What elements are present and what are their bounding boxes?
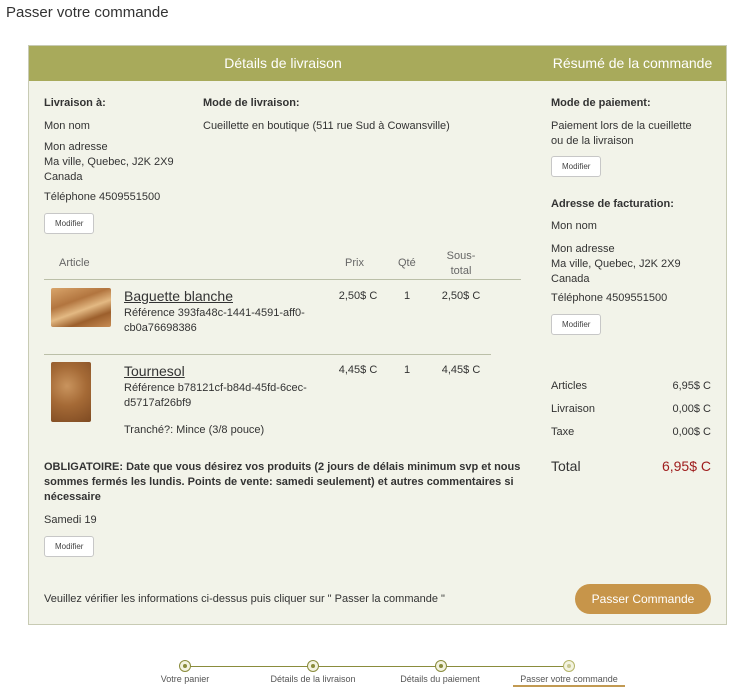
col-qty: Qté xyxy=(398,257,416,269)
product-link-tournesol[interactable]: Tournesol xyxy=(124,363,185,379)
delivery-address-line1: Mon adresse xyxy=(44,141,108,153)
notes-line3: nécessaire xyxy=(44,491,101,503)
payment-modify-button[interactable]: Modifier xyxy=(551,156,602,177)
step-payment[interactable]: Détails du paiement xyxy=(394,674,486,684)
product-qty: 1 xyxy=(403,364,411,376)
billing-country: Canada xyxy=(551,273,590,285)
checkout-progress: Votre panier Détails de la livraison Dét… xyxy=(150,658,630,692)
payment-mode-line2: ou de la livraison xyxy=(551,135,634,147)
product-ref-line1: Référence b78121cf-b84d-45fd-6cec- xyxy=(124,382,307,394)
billing-address-line1: Mon adresse xyxy=(551,243,615,255)
step-dot-delivery xyxy=(307,660,319,672)
delivery-country: Canada xyxy=(44,171,83,183)
confirm-instruction: Veuillez vérifier les informations ci-de… xyxy=(44,593,445,605)
product-price: 2,50$ C xyxy=(338,290,378,302)
product-image-tournesol[interactable] xyxy=(51,362,91,422)
col-article: Article xyxy=(59,257,90,269)
product-price: 4,45$ C xyxy=(338,364,378,376)
order-panel: Détails de livraison Résumé de la comman… xyxy=(28,45,727,625)
product-qty: 1 xyxy=(403,290,411,302)
delivery-name: Mon nom xyxy=(44,120,90,132)
product-ref-line1: Référence 393fa48c-1441-4591-aff0- xyxy=(124,307,305,319)
delivery-details-title: Détails de livraison xyxy=(224,55,342,71)
order-summary-title: Résumé de la commande xyxy=(552,55,713,71)
billing-address-line2: Ma ville, Quebec, J2K 2X9 xyxy=(551,258,681,270)
payment-mode-label: Mode de paiement: xyxy=(551,97,651,109)
page-title: Passer votre commande xyxy=(6,4,169,21)
delivery-phone: Téléphone 4509551500 xyxy=(44,191,161,203)
product-subtotal: 4,45$ C xyxy=(441,364,481,376)
progress-line xyxy=(185,666,569,667)
billing-modify-button[interactable]: Modifier xyxy=(551,314,602,335)
delivery-mode-value: Cueillette en boutique (511 rue Sud à Co… xyxy=(203,120,450,132)
notes-line2: sommes fermés les lundis. Points de vent… xyxy=(44,476,514,488)
place-order-button[interactable]: Passer Commande xyxy=(575,584,711,614)
billing-name: Mon nom xyxy=(551,220,597,232)
col-price: Prix xyxy=(345,257,364,269)
billing-phone: Téléphone 4509551500 xyxy=(551,292,668,304)
product-image-baguette[interactable] xyxy=(51,288,111,327)
col-subtotal-line1: Sous- xyxy=(446,250,476,262)
table-header-divider xyxy=(44,279,521,280)
step-dot-place-order xyxy=(563,660,575,672)
col-subtotal-line2: total xyxy=(450,265,472,277)
summary-tax-value: 0,00$ C xyxy=(672,426,711,438)
notes-value: Samedi 19 xyxy=(44,514,97,526)
summary-delivery-value: 0,00$ C xyxy=(672,403,711,415)
summary-total-label: Total xyxy=(551,458,581,474)
delivery-address-line2: Ma ville, Quebec, J2K 2X9 xyxy=(44,156,174,168)
delivery-to-label: Livraison à: xyxy=(44,97,106,109)
delivery-mode-label: Mode de livraison: xyxy=(203,97,300,109)
step-dot-payment xyxy=(435,660,447,672)
notes-line1: OBLIGATOIRE: Date que vous désirez vos p… xyxy=(44,461,521,473)
billing-address-label: Adresse de facturation: xyxy=(551,198,674,210)
col-subtotal: Sous- total xyxy=(433,249,489,279)
summary-delivery-label: Livraison xyxy=(551,403,596,415)
product-ref-line2: d5717af26bf9 xyxy=(124,397,192,409)
product-link-baguette[interactable]: Baguette blanche xyxy=(124,288,233,304)
product-ref-line2: cb0a76698386 xyxy=(124,322,197,334)
notes-modify-button[interactable]: Modifier xyxy=(44,536,95,557)
step-dot-cart xyxy=(179,660,191,672)
row-divider xyxy=(44,354,491,355)
product-option: Tranché?: Mince (3/8 pouce) xyxy=(124,424,265,436)
panel-header: Détails de livraison Résumé de la comman… xyxy=(29,46,726,81)
summary-articles-label: Articles xyxy=(551,380,588,392)
summary-total-value: 6,95$ C xyxy=(661,458,711,474)
product-subtotal: 2,50$ C xyxy=(441,290,481,302)
step-place-order[interactable]: Passer votre commande xyxy=(513,674,625,687)
summary-articles-value: 6,95$ C xyxy=(672,380,711,392)
payment-mode-line1: Paiement lors de la cueillette xyxy=(551,120,692,132)
summary-tax-label: Taxe xyxy=(551,426,575,438)
delivery-modify-button[interactable]: Modifier xyxy=(44,213,95,234)
step-cart[interactable]: Votre panier xyxy=(150,674,220,684)
step-delivery[interactable]: Détails de la livraison xyxy=(263,674,363,684)
